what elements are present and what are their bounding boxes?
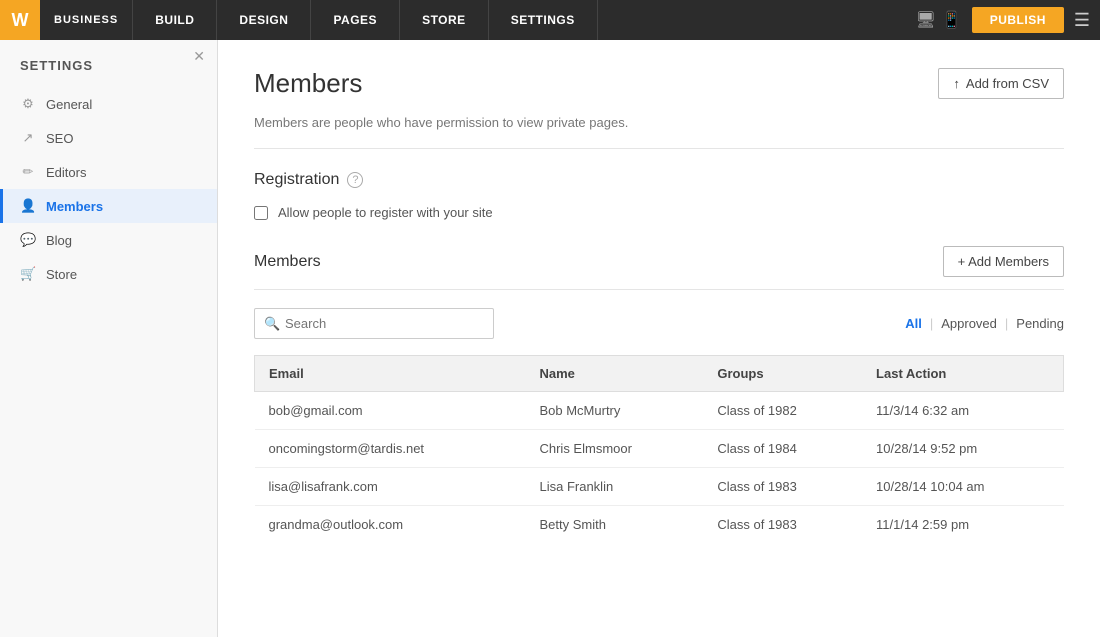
sidebar-label-editors: Editors <box>46 165 86 180</box>
gear-icon: ⚙ <box>20 96 36 112</box>
search-icon: 🔍 <box>264 316 280 332</box>
filter-approved[interactable]: Approved <box>941 316 997 331</box>
cell-email: grandma@outlook.com <box>255 506 526 544</box>
col-groups: Groups <box>703 356 862 392</box>
nav-items: BUILD DESIGN PAGES STORE SETTINGS <box>132 0 915 40</box>
members-section: Members + Add Members 🔍 All | Approved |… <box>254 246 1064 543</box>
filter-links: All | Approved | Pending <box>905 316 1064 331</box>
cell-groups: Class of 1983 <box>703 506 862 544</box>
table-row[interactable]: bob@gmail.com Bob McMurtry Class of 1982… <box>255 392 1064 430</box>
add-csv-label: Add from CSV <box>966 76 1049 91</box>
mobile-icon[interactable]: 📱 <box>942 10 962 30</box>
sidebar-title: SETTINGS <box>0 48 217 87</box>
sidebar-label-members: Members <box>46 199 103 214</box>
pencil-icon: ✏ <box>20 164 36 180</box>
registration-heading: Registration ? <box>254 171 1064 189</box>
table-header-row: Email Name Groups Last Action <box>255 356 1064 392</box>
search-wrapper: 🔍 <box>254 308 494 339</box>
search-input[interactable] <box>254 308 494 339</box>
menu-icon[interactable]: ☰ <box>1074 11 1090 29</box>
members-description: Members are people who have permission t… <box>254 115 1064 149</box>
filter-all[interactable]: All <box>905 316 922 331</box>
nav-item-store[interactable]: STORE <box>400 0 489 40</box>
sidebar-item-store[interactable]: 🛒 Store <box>0 257 217 291</box>
top-nav-right: 🖥 📱 PUBLISH ☰ <box>915 7 1100 33</box>
table-row[interactable]: grandma@outlook.com Betty Smith Class of… <box>255 506 1064 544</box>
nav-item-design[interactable]: DESIGN <box>217 0 311 40</box>
sidebar-close-icon[interactable]: ✕ <box>193 48 205 65</box>
registration-checkbox-row: Allow people to register with your site <box>254 205 1064 220</box>
register-checkbox[interactable] <box>254 206 268 220</box>
cell-email: oncomingstorm@tardis.net <box>255 430 526 468</box>
table-row[interactable]: lisa@lisafrank.com Lisa Franklin Class o… <box>255 468 1064 506</box>
person-icon: 👤 <box>20 198 36 214</box>
members-table: Email Name Groups Last Action bob@gmail.… <box>254 355 1064 543</box>
cell-last-action: 11/1/14 2:59 pm <box>862 506 1063 544</box>
cell-name: Lisa Franklin <box>525 468 703 506</box>
cell-last-action: 10/28/14 9:52 pm <box>862 430 1063 468</box>
device-icons: 🖥 📱 <box>915 10 961 30</box>
page-header: Members ↑ Add from CSV <box>254 68 1064 99</box>
upload-icon: ↑ <box>953 76 960 91</box>
search-filter-row: 🔍 All | Approved | Pending <box>254 308 1064 339</box>
sidebar: ✕ SETTINGS ⚙ General ↗ SEO ✏ Editors 👤 M… <box>0 40 218 637</box>
cell-name: Bob McMurtry <box>525 392 703 430</box>
members-section-title: Members <box>254 253 321 271</box>
top-nav: W BUSINESS BUILD DESIGN PAGES STORE SETT… <box>0 0 1100 40</box>
cell-email: lisa@lisafrank.com <box>255 468 526 506</box>
sidebar-label-general: General <box>46 97 92 112</box>
main-content: Members ↑ Add from CSV Members are peopl… <box>218 40 1100 637</box>
add-from-csv-button[interactable]: ↑ Add from CSV <box>938 68 1064 99</box>
col-name: Name <box>525 356 703 392</box>
cell-last-action: 10/28/14 10:04 am <box>862 468 1063 506</box>
members-section-header: Members + Add Members <box>254 246 1064 290</box>
col-last-action: Last Action <box>862 356 1063 392</box>
cell-groups: Class of 1982 <box>703 392 862 430</box>
desktop-icon[interactable]: 🖥 <box>915 10 935 30</box>
sidebar-item-seo[interactable]: ↗ SEO <box>0 121 217 155</box>
sidebar-label-blog: Blog <box>46 233 72 248</box>
nav-item-settings[interactable]: SETTINGS <box>489 0 598 40</box>
logo: W <box>0 0 40 40</box>
sidebar-label-seo: SEO <box>46 131 73 146</box>
cell-groups: Class of 1983 <box>703 468 862 506</box>
sidebar-label-store: Store <box>46 267 77 282</box>
nav-item-build[interactable]: BUILD <box>132 0 217 40</box>
cell-groups: Class of 1984 <box>703 430 862 468</box>
sidebar-item-general[interactable]: ⚙ General <box>0 87 217 121</box>
cell-last-action: 11/3/14 6:32 am <box>862 392 1063 430</box>
add-members-button[interactable]: + Add Members <box>943 246 1064 277</box>
sidebar-item-editors[interactable]: ✏ Editors <box>0 155 217 189</box>
sidebar-item-members[interactable]: 👤 Members <box>0 189 217 223</box>
registration-title: Registration <box>254 171 339 189</box>
store-icon: 🛒 <box>20 266 36 282</box>
filter-pending[interactable]: Pending <box>1016 316 1064 331</box>
cell-name: Betty Smith <box>525 506 703 544</box>
layout: ✕ SETTINGS ⚙ General ↗ SEO ✏ Editors 👤 M… <box>0 40 1100 637</box>
seo-icon: ↗ <box>20 130 36 146</box>
help-icon[interactable]: ? <box>347 172 363 188</box>
register-checkbox-label: Allow people to register with your site <box>278 205 493 220</box>
table-row[interactable]: oncomingstorm@tardis.net Chris Elmsmoor … <box>255 430 1064 468</box>
blog-icon: 💬 <box>20 232 36 248</box>
nav-item-pages[interactable]: PAGES <box>311 0 400 40</box>
registration-section: Registration ? Allow people to register … <box>254 171 1064 220</box>
publish-button[interactable]: PUBLISH <box>972 7 1064 33</box>
col-email: Email <box>255 356 526 392</box>
page-title: Members <box>254 68 362 99</box>
cell-email: bob@gmail.com <box>255 392 526 430</box>
brand: BUSINESS <box>40 14 132 26</box>
sidebar-item-blog[interactable]: 💬 Blog <box>0 223 217 257</box>
cell-name: Chris Elmsmoor <box>525 430 703 468</box>
